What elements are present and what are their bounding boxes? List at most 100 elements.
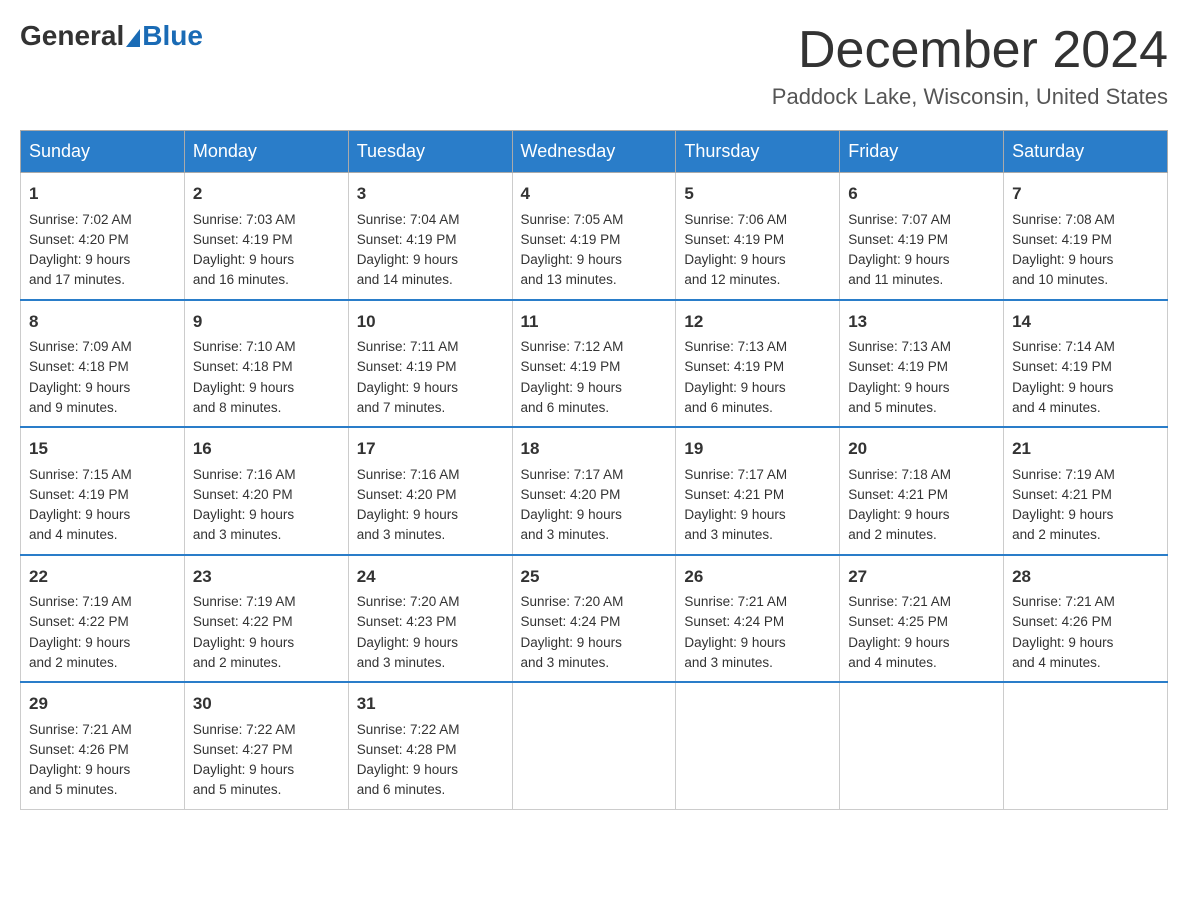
- daylight-hours: Daylight: 9 hours: [193, 507, 294, 522]
- daylight-hours: Daylight: 9 hours: [848, 252, 949, 267]
- table-row: [840, 682, 1004, 809]
- sunrise-text: Sunrise: 7:21 AM: [684, 594, 787, 609]
- daylight-hours: Daylight: 9 hours: [684, 380, 785, 395]
- sunset-text: Sunset: 4:24 PM: [521, 614, 621, 629]
- daylight-mins: and 6 minutes.: [521, 400, 610, 415]
- table-row: 27Sunrise: 7:21 AMSunset: 4:25 PMDayligh…: [840, 555, 1004, 683]
- daylight-mins: and 4 minutes.: [848, 655, 937, 670]
- day-number: 14: [1012, 309, 1159, 335]
- daylight-hours: Daylight: 9 hours: [29, 252, 130, 267]
- calendar-table: Sunday Monday Tuesday Wednesday Thursday…: [20, 130, 1168, 810]
- table-row: 9Sunrise: 7:10 AMSunset: 4:18 PMDaylight…: [184, 300, 348, 428]
- sunrise-text: Sunrise: 7:17 AM: [684, 467, 787, 482]
- sunrise-text: Sunrise: 7:12 AM: [521, 339, 624, 354]
- logo-blue-text: Blue: [142, 20, 203, 52]
- day-number: 25: [521, 564, 668, 590]
- logo-arrow-icon: [126, 29, 140, 47]
- sunset-text: Sunset: 4:20 PM: [193, 487, 293, 502]
- table-row: 11Sunrise: 7:12 AMSunset: 4:19 PMDayligh…: [512, 300, 676, 428]
- day-number: 21: [1012, 436, 1159, 462]
- day-number: 13: [848, 309, 995, 335]
- day-number: 7: [1012, 181, 1159, 207]
- sunset-text: Sunset: 4:19 PM: [521, 359, 621, 374]
- day-number: 16: [193, 436, 340, 462]
- col-tuesday: Tuesday: [348, 131, 512, 173]
- sunset-text: Sunset: 4:22 PM: [29, 614, 129, 629]
- sunrise-text: Sunrise: 7:16 AM: [357, 467, 460, 482]
- day-number: 5: [684, 181, 831, 207]
- day-number: 22: [29, 564, 176, 590]
- table-row: 13Sunrise: 7:13 AMSunset: 4:19 PMDayligh…: [840, 300, 1004, 428]
- sunrise-text: Sunrise: 7:09 AM: [29, 339, 132, 354]
- day-number: 12: [684, 309, 831, 335]
- sunset-text: Sunset: 4:19 PM: [1012, 232, 1112, 247]
- daylight-hours: Daylight: 9 hours: [357, 252, 458, 267]
- daylight-hours: Daylight: 9 hours: [1012, 252, 1113, 267]
- sunrise-text: Sunrise: 7:07 AM: [848, 212, 951, 227]
- day-number: 20: [848, 436, 995, 462]
- sunrise-text: Sunrise: 7:22 AM: [193, 722, 296, 737]
- sunset-text: Sunset: 4:20 PM: [521, 487, 621, 502]
- sunrise-text: Sunrise: 7:16 AM: [193, 467, 296, 482]
- day-number: 31: [357, 691, 504, 717]
- daylight-hours: Daylight: 9 hours: [848, 380, 949, 395]
- day-number: 28: [1012, 564, 1159, 590]
- daylight-mins: and 4 minutes.: [29, 527, 118, 542]
- daylight-hours: Daylight: 9 hours: [521, 252, 622, 267]
- month-title: December 2024: [772, 20, 1168, 80]
- daylight-hours: Daylight: 9 hours: [357, 635, 458, 650]
- day-number: 8: [29, 309, 176, 335]
- daylight-mins: and 2 minutes.: [1012, 527, 1101, 542]
- sunset-text: Sunset: 4:22 PM: [193, 614, 293, 629]
- daylight-mins: and 11 minutes.: [848, 272, 943, 287]
- daylight-mins: and 17 minutes.: [29, 272, 125, 287]
- daylight-hours: Daylight: 9 hours: [29, 507, 130, 522]
- daylight-hours: Daylight: 9 hours: [684, 252, 785, 267]
- daylight-mins: and 14 minutes.: [357, 272, 453, 287]
- day-number: 15: [29, 436, 176, 462]
- sunrise-text: Sunrise: 7:15 AM: [29, 467, 132, 482]
- daylight-hours: Daylight: 9 hours: [29, 762, 130, 777]
- daylight-hours: Daylight: 9 hours: [684, 507, 785, 522]
- calendar-header-row: Sunday Monday Tuesday Wednesday Thursday…: [21, 131, 1168, 173]
- table-row: 24Sunrise: 7:20 AMSunset: 4:23 PMDayligh…: [348, 555, 512, 683]
- daylight-hours: Daylight: 9 hours: [1012, 380, 1113, 395]
- table-row: 14Sunrise: 7:14 AMSunset: 4:19 PMDayligh…: [1004, 300, 1168, 428]
- day-number: 23: [193, 564, 340, 590]
- day-number: 3: [357, 181, 504, 207]
- table-row: 22Sunrise: 7:19 AMSunset: 4:22 PMDayligh…: [21, 555, 185, 683]
- table-row: 23Sunrise: 7:19 AMSunset: 4:22 PMDayligh…: [184, 555, 348, 683]
- sunset-text: Sunset: 4:25 PM: [848, 614, 948, 629]
- day-number: 18: [521, 436, 668, 462]
- daylight-hours: Daylight: 9 hours: [357, 762, 458, 777]
- daylight-hours: Daylight: 9 hours: [193, 635, 294, 650]
- daylight-mins: and 2 minutes.: [848, 527, 937, 542]
- daylight-hours: Daylight: 9 hours: [521, 380, 622, 395]
- day-number: 4: [521, 181, 668, 207]
- col-monday: Monday: [184, 131, 348, 173]
- col-friday: Friday: [840, 131, 1004, 173]
- table-row: 7Sunrise: 7:08 AMSunset: 4:19 PMDaylight…: [1004, 173, 1168, 300]
- table-row: 10Sunrise: 7:11 AMSunset: 4:19 PMDayligh…: [348, 300, 512, 428]
- col-sunday: Sunday: [21, 131, 185, 173]
- sunrise-text: Sunrise: 7:17 AM: [521, 467, 624, 482]
- sunset-text: Sunset: 4:19 PM: [521, 232, 621, 247]
- daylight-hours: Daylight: 9 hours: [29, 380, 130, 395]
- daylight-mins: and 3 minutes.: [357, 527, 446, 542]
- table-row: 31Sunrise: 7:22 AMSunset: 4:28 PMDayligh…: [348, 682, 512, 809]
- daylight-mins: and 12 minutes.: [684, 272, 780, 287]
- table-row: [1004, 682, 1168, 809]
- daylight-mins: and 2 minutes.: [193, 655, 282, 670]
- col-thursday: Thursday: [676, 131, 840, 173]
- sunrise-text: Sunrise: 7:03 AM: [193, 212, 296, 227]
- day-number: 10: [357, 309, 504, 335]
- daylight-mins: and 3 minutes.: [684, 527, 773, 542]
- sunrise-text: Sunrise: 7:22 AM: [357, 722, 460, 737]
- sunrise-text: Sunrise: 7:20 AM: [521, 594, 624, 609]
- table-row: 2Sunrise: 7:03 AMSunset: 4:19 PMDaylight…: [184, 173, 348, 300]
- table-row: 15Sunrise: 7:15 AMSunset: 4:19 PMDayligh…: [21, 427, 185, 555]
- sunrise-text: Sunrise: 7:18 AM: [848, 467, 951, 482]
- daylight-mins: and 4 minutes.: [1012, 400, 1101, 415]
- daylight-mins: and 8 minutes.: [193, 400, 282, 415]
- table-row: 4Sunrise: 7:05 AMSunset: 4:19 PMDaylight…: [512, 173, 676, 300]
